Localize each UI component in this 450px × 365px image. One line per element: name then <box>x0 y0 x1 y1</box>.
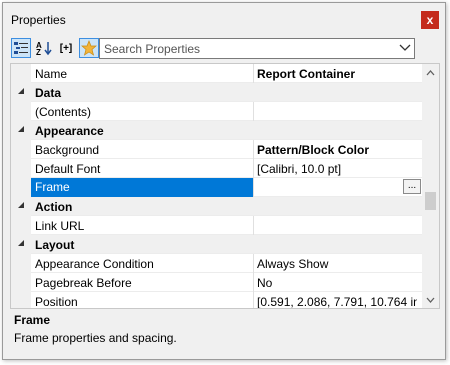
expand-all-button[interactable]: [+] <box>55 38 77 58</box>
category-row[interactable]: Layout <box>11 235 423 254</box>
chevron-down-icon <box>399 44 411 51</box>
title-bar: Properties x <box>3 3 445 35</box>
property-name: Background <box>35 143 100 157</box>
row-gutter <box>11 273 31 292</box>
property-row[interactable]: Position [0.591, 2.086, 7.791, 10.764 in] <box>11 292 423 309</box>
property-value[interactable]: Always Show <box>257 257 417 271</box>
column-divider[interactable] <box>253 159 254 178</box>
row-gutter <box>11 64 31 83</box>
property-value[interactable]: [Calibri, 10.0 pt] <box>257 162 417 176</box>
row-gutter <box>11 178 31 197</box>
property-grid: Name Report Container Data (Contents) Appear… <box>10 63 440 309</box>
property-name: Default Font <box>35 162 101 176</box>
chevron-up-icon <box>426 69 435 75</box>
column-divider[interactable] <box>253 64 254 83</box>
search-combobox[interactable] <box>99 38 415 59</box>
scroll-down-button[interactable] <box>422 291 439 308</box>
column-divider[interactable] <box>253 102 254 121</box>
properties-window: Properties x A Z [+] Search Properties N… <box>2 2 446 360</box>
sort-az-icon: A Z <box>36 41 52 56</box>
property-row[interactable]: Name Report Container <box>11 64 423 83</box>
chevron-down-icon <box>426 297 435 303</box>
category-label: Data <box>35 86 62 100</box>
category-row[interactable]: Data <box>11 83 423 102</box>
row-gutter <box>11 254 31 273</box>
search-input[interactable] <box>104 40 384 57</box>
property-name: Pagebreak Before <box>35 276 132 290</box>
row-gutter <box>11 159 31 178</box>
description-text: Frame properties and spacing. <box>14 331 177 345</box>
favorites-button[interactable] <box>79 38 99 58</box>
property-value[interactable]: Report Container <box>257 67 417 81</box>
column-divider[interactable] <box>253 216 254 235</box>
property-row[interactable]: Background Pattern/Block Color <box>11 140 423 159</box>
category-row[interactable]: Action <box>11 197 423 216</box>
property-name: Position <box>35 295 78 309</box>
row-gutter <box>11 140 31 159</box>
row-gutter <box>11 102 31 121</box>
property-value[interactable]: Pattern/Block Color <box>257 143 417 157</box>
property-row[interactable]: Frame... <box>11 178 423 197</box>
description-title: Frame <box>14 313 51 327</box>
toolbar: A Z [+] <box>3 35 445 63</box>
property-name: Frame <box>31 178 253 197</box>
collapse-triangle-icon[interactable] <box>18 88 24 94</box>
categorized-view-button[interactable] <box>11 38 31 58</box>
collapse-triangle-icon[interactable] <box>18 240 24 246</box>
property-row[interactable]: Appearance Condition Always Show <box>11 254 423 273</box>
category-label: Action <box>35 200 73 214</box>
categorized-view-icon <box>14 42 28 54</box>
property-rows: Name Report Container Data (Contents) Appear… <box>11 64 423 309</box>
property-row[interactable]: Link URL <box>11 216 423 235</box>
property-name: (Contents) <box>35 105 92 119</box>
vertical-scrollbar[interactable] <box>422 64 439 308</box>
property-name: Name <box>35 67 68 81</box>
collapse-triangle-icon[interactable] <box>18 202 24 208</box>
scroll-thumb[interactable] <box>425 192 436 210</box>
star-icon <box>81 40 97 56</box>
column-divider[interactable] <box>253 178 254 197</box>
category-row[interactable]: Appearance <box>11 121 423 140</box>
column-divider[interactable] <box>253 273 254 292</box>
column-divider[interactable] <box>253 254 254 273</box>
ellipsis-button[interactable]: ... <box>403 179 421 194</box>
property-value[interactable]: No <box>257 276 417 290</box>
property-name: Link URL <box>35 219 85 233</box>
description-panel: Frame Frame properties and spacing. <box>10 310 440 354</box>
column-divider[interactable] <box>253 140 254 159</box>
row-gutter <box>11 216 31 235</box>
column-divider[interactable] <box>253 292 254 308</box>
property-name: Appearance Condition <box>35 257 154 271</box>
svg-text:Z: Z <box>36 48 41 56</box>
property-value[interactable]: [0.591, 2.086, 7.791, 10.764 in] <box>257 295 417 308</box>
property-row[interactable]: Default Font [Calibri, 10.0 pt] <box>11 159 423 178</box>
close-button[interactable]: x <box>421 11 439 29</box>
scroll-up-button[interactable] <box>422 64 439 81</box>
category-label: Appearance <box>35 124 104 138</box>
search-dropdown-chevron[interactable] <box>398 41 412 55</box>
property-row[interactable]: (Contents) <box>11 102 423 121</box>
row-gutter <box>11 292 31 308</box>
collapse-triangle-icon[interactable] <box>18 126 24 132</box>
window-title: Properties <box>11 13 66 27</box>
sort-az-button[interactable]: A Z <box>34 38 54 58</box>
property-row[interactable]: Pagebreak Before No <box>11 273 423 292</box>
category-label: Layout <box>35 238 75 252</box>
